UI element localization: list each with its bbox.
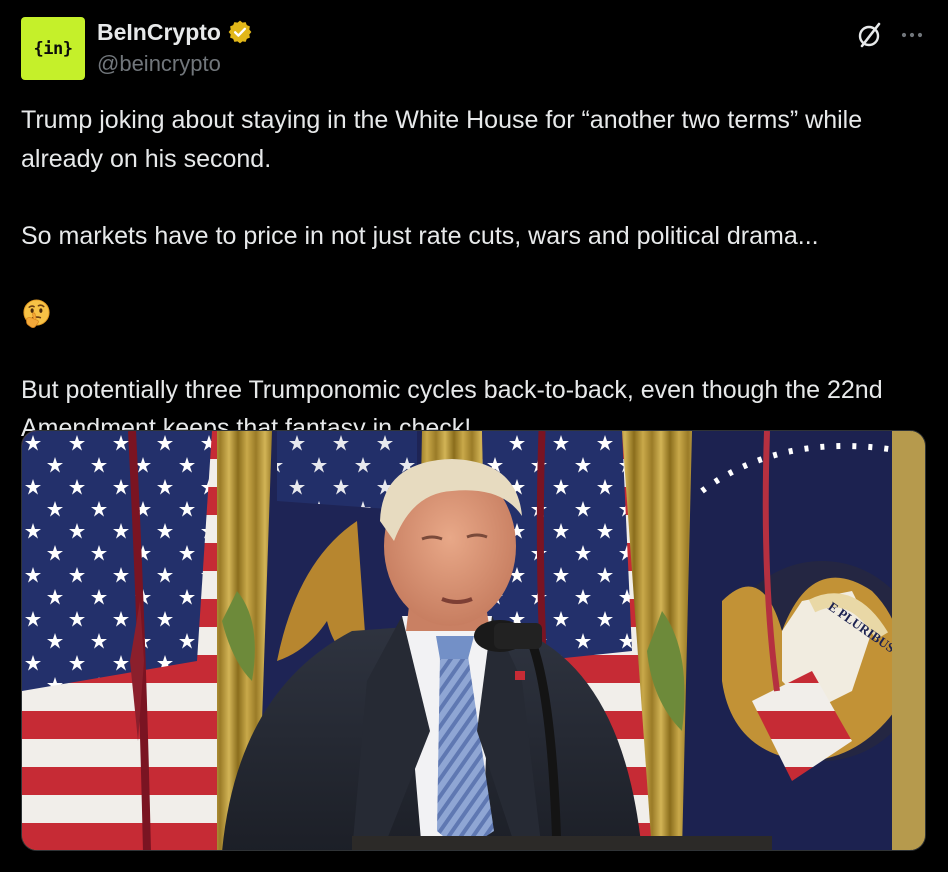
tweet-paragraph-2: So markets have to price in not just rat… [21,221,819,250]
tweet-paragraph-1: Trump joking about staying in the White … [21,106,863,173]
grok-icon[interactable] [855,21,883,49]
thinking-face-emoji [23,299,50,329]
tweet-media-video[interactable]: E PLURIBUS UNU [21,430,926,851]
author-avatar[interactable]: {in} [21,17,85,80]
verified-badge-icon[interactable] [227,19,253,45]
avatar-logo-text: {in} [33,38,73,59]
video-still-image: E PLURIBUS UNU [22,431,925,850]
author-handle[interactable]: @beincrypto [97,49,221,79]
author-display-name[interactable]: BeInCrypto [97,16,221,48]
more-options-icon[interactable] [899,21,927,49]
author-name-row: BeInCrypto [97,16,253,48]
tweet-body: Trump joking about staying in the White … [21,101,926,448]
